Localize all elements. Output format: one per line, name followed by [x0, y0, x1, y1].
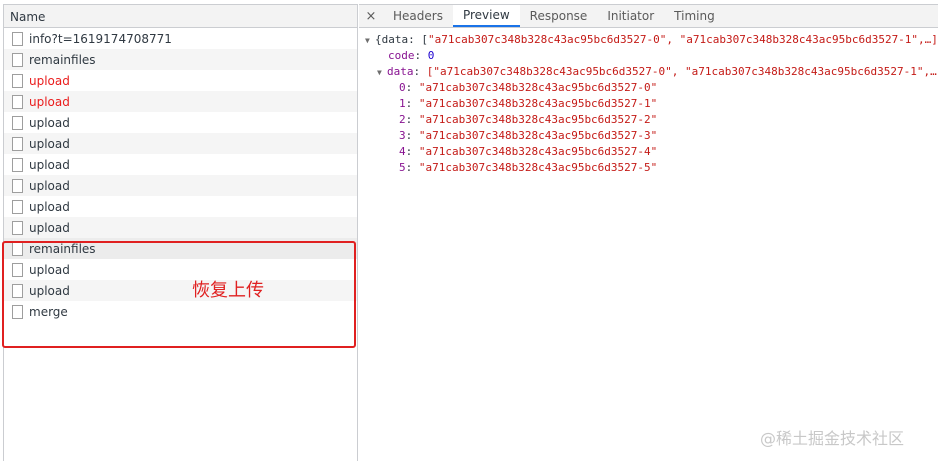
watermark: @稀土掘金技术社区 [760, 429, 905, 448]
expand-triangle-icon[interactable]: ▼ [377, 65, 387, 80]
annotation-box [2, 241, 356, 348]
json-preview: ▼ {data: ["a71cab307c348b328c43ac95bc6d35… [359, 28, 938, 176]
request-name: info?t=1619174708771 [29, 31, 172, 46]
request-row[interactable]: remainfiles [4, 49, 357, 70]
request-name: upload [29, 94, 70, 109]
close-icon[interactable]: × [359, 5, 383, 27]
request-row[interactable]: upload [4, 133, 357, 154]
json-array-item: 4: "a71cab307c348b328c43ac95bc6d3527-4" [399, 145, 658, 158]
request-name: upload [29, 220, 70, 235]
request-row[interactable]: upload [4, 217, 357, 238]
json-data-line[interactable]: ▼ data: ["a71cab307c348b328c43ac95bc6d352… [359, 64, 938, 80]
file-icon [12, 52, 23, 67]
request-name: upload [29, 199, 70, 214]
request-row[interactable]: upload [4, 175, 357, 196]
json-array-item: 5: "a71cab307c348b328c43ac95bc6d3527-5" [399, 161, 658, 174]
tab-preview[interactable]: Preview [452, 5, 520, 27]
file-icon [12, 73, 23, 88]
request-row[interactable]: upload [4, 91, 357, 112]
request-row[interactable]: upload [4, 112, 357, 133]
request-name: remainfiles [29, 52, 96, 67]
json-array-item: 1: "a71cab307c348b328c43ac95bc6d3527-1" [399, 97, 658, 110]
file-icon [12, 136, 23, 151]
file-icon [12, 115, 23, 130]
request-row[interactable]: upload [4, 196, 357, 217]
request-name: upload [29, 178, 70, 193]
network-request-list: Name info?t=1619174708771 remainfiles up… [3, 4, 358, 461]
request-row[interactable]: upload [4, 154, 357, 175]
file-icon [12, 94, 23, 109]
tab-initiator[interactable]: Initiator [597, 5, 664, 27]
json-root-line[interactable]: ▼ {data: ["a71cab307c348b328c43ac95bc6d35… [359, 32, 938, 48]
json-array-item: 0: "a71cab307c348b328c43ac95bc6d3527-0" [399, 81, 658, 94]
file-icon [12, 31, 23, 46]
file-icon [12, 220, 23, 235]
json-array-item: 2: "a71cab307c348b328c43ac95bc6d3527-2" [399, 113, 658, 126]
request-name: upload [29, 136, 70, 151]
annotation-label: 恢复上传 [192, 280, 264, 301]
request-row[interactable]: info?t=1619174708771 [4, 28, 357, 49]
tab-response[interactable]: Response [520, 5, 598, 27]
request-detail-panel: × Headers Preview Response Initiator Tim… [359, 4, 938, 461]
expand-triangle-icon[interactable]: ▼ [365, 33, 375, 48]
tab-timing[interactable]: Timing [664, 5, 725, 27]
name-column-header[interactable]: Name [4, 4, 357, 28]
detail-tab-bar: × Headers Preview Response Initiator Tim… [359, 4, 938, 28]
json-array-item: 3: "a71cab307c348b328c43ac95bc6d3527-3" [399, 129, 658, 142]
request-name: upload [29, 115, 70, 130]
request-name: upload [29, 157, 70, 172]
json-code-line: code: 0 [388, 49, 435, 62]
request-name: upload [29, 73, 70, 88]
tab-headers[interactable]: Headers [383, 5, 453, 27]
file-icon [12, 178, 23, 193]
file-icon [12, 199, 23, 214]
file-icon [12, 157, 23, 172]
request-row[interactable]: upload [4, 70, 357, 91]
